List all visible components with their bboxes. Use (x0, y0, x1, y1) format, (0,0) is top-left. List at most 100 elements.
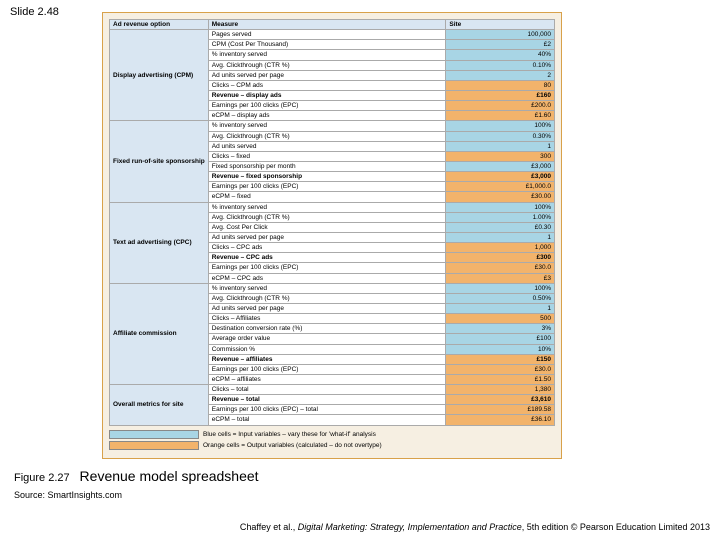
value-cell: £300 (446, 253, 555, 263)
measure-cell: Fixed sponsorship per month (208, 161, 446, 171)
legend-blue-swatch (109, 430, 199, 439)
value-cell: 1,000 (446, 243, 555, 253)
value-cell: £1.60 (446, 111, 555, 121)
value-cell: £3,610 (446, 395, 555, 405)
value-cell: £100 (446, 334, 555, 344)
figure-title: Revenue model spreadsheet (80, 468, 259, 484)
measure-cell: Pages served (208, 30, 446, 40)
measure-cell: Earnings per 100 clicks (EPC) – total (208, 405, 446, 415)
table-row: Affiliate commission% inventory served10… (110, 283, 555, 293)
measure-cell: Revenue – total (208, 395, 446, 405)
measure-cell: Clicks – fixed (208, 151, 446, 161)
measure-cell: % inventory served (208, 283, 446, 293)
measure-cell: Revenue – affiliates (208, 354, 446, 364)
value-cell: 0.50% (446, 293, 555, 303)
section-label: Display advertising (CPM) (110, 30, 209, 121)
measure-cell: Earnings per 100 clicks (EPC) (208, 182, 446, 192)
header-ad-option: Ad revenue option (110, 20, 209, 30)
value-cell: 0.30% (446, 131, 555, 141)
value-cell: £0.30 (446, 222, 555, 232)
value-cell: £30.0 (446, 364, 555, 374)
legend-orange-text: Orange cells = Output variables (calcula… (203, 442, 382, 449)
legend-orange-swatch (109, 441, 199, 450)
measure-cell: Clicks – CPC ads (208, 243, 446, 253)
value-cell: 10% (446, 344, 555, 354)
legend: Blue cells = Input variables – vary thes… (109, 430, 555, 450)
header-site: Site (446, 20, 555, 30)
value-cell: 500 (446, 314, 555, 324)
value-cell: £2 (446, 40, 555, 50)
measure-cell: Ad units served per page (208, 70, 446, 80)
value-cell: 1 (446, 232, 555, 242)
section-label: Text ad advertising (CPC) (110, 202, 209, 283)
value-cell: 1,380 (446, 385, 555, 395)
measure-cell: Destination conversion rate (%) (208, 324, 446, 334)
value-cell: £3,000 (446, 172, 555, 182)
table-row: Display advertising (CPM)Pages served100… (110, 30, 555, 40)
value-cell: 300 (446, 151, 555, 161)
measure-cell: Clicks – Affiliates (208, 314, 446, 324)
measure-cell: eCPM – CPC ads (208, 273, 446, 283)
value-cell: 100% (446, 121, 555, 131)
value-cell: £30.00 (446, 192, 555, 202)
value-cell: 100,000 (446, 30, 555, 40)
section-label: Fixed run-of-site sponsorship (110, 121, 209, 202)
measure-cell: eCPM – total (208, 415, 446, 425)
value-cell: 100% (446, 202, 555, 212)
measure-cell: Commission % (208, 344, 446, 354)
credit-line: Chaffey et al., Digital Marketing: Strat… (240, 522, 710, 532)
measure-cell: Revenue – fixed sponsorship (208, 172, 446, 182)
credit-suffix: , 5th edition © Pearson Education Limite… (522, 522, 710, 532)
table-row: Text ad advertising (CPC)% inventory ser… (110, 202, 555, 212)
measure-cell: Revenue – display ads (208, 90, 446, 100)
spreadsheet-table: Ad revenue option Measure Site Display a… (109, 19, 555, 426)
figure-frame: Ad revenue option Measure Site Display a… (102, 12, 562, 459)
value-cell: 1.00% (446, 212, 555, 222)
value-cell: £30.0 (446, 263, 555, 273)
value-cell: 0.10% (446, 60, 555, 70)
credit-prefix: Chaffey et al., (240, 522, 298, 532)
table-row: Overall metrics for siteClicks – total1,… (110, 385, 555, 395)
measure-cell: Avg. Clickthrough (CTR %) (208, 293, 446, 303)
value-cell: 80 (446, 80, 555, 90)
measure-cell: eCPM – fixed (208, 192, 446, 202)
legend-blue-text: Blue cells = Input variables – vary thes… (203, 431, 376, 438)
measure-cell: Clicks – total (208, 385, 446, 395)
measure-cell: Earnings per 100 clicks (EPC) (208, 101, 446, 111)
section-label: Overall metrics for site (110, 385, 209, 426)
measure-cell: % inventory served (208, 202, 446, 212)
figure-number: Figure 2.27 (14, 472, 70, 484)
measure-cell: Earnings per 100 clicks (EPC) (208, 263, 446, 273)
measure-cell: % inventory served (208, 121, 446, 131)
value-cell: 3% (446, 324, 555, 334)
value-cell: 1 (446, 303, 555, 313)
value-cell: £150 (446, 354, 555, 364)
measure-cell: Avg. Cost Per Click (208, 222, 446, 232)
value-cell: 1 (446, 141, 555, 151)
measure-cell: Earnings per 100 clicks (EPC) (208, 364, 446, 374)
value-cell: £200.0 (446, 101, 555, 111)
figure-source: Source: SmartInsights.com (14, 490, 122, 500)
measure-cell: Avg. Clickthrough (CTR %) (208, 60, 446, 70)
measure-cell: Avg. Clickthrough (CTR %) (208, 131, 446, 141)
credit-title: Digital Marketing: Strategy, Implementat… (298, 522, 522, 532)
value-cell: £1.50 (446, 374, 555, 384)
value-cell: 100% (446, 283, 555, 293)
section-label: Affiliate commission (110, 283, 209, 384)
table-row: Fixed run-of-site sponsorship% inventory… (110, 121, 555, 131)
measure-cell: % inventory served (208, 50, 446, 60)
value-cell: £3,000 (446, 161, 555, 171)
measure-cell: Revenue – CPC ads (208, 253, 446, 263)
value-cell: £160 (446, 90, 555, 100)
value-cell: £1,000.0 (446, 182, 555, 192)
value-cell: £189.58 (446, 405, 555, 415)
measure-cell: Ad units served per page (208, 303, 446, 313)
value-cell: £3 (446, 273, 555, 283)
measure-cell: eCPM – display ads (208, 111, 446, 121)
measure-cell: eCPM – affiliates (208, 374, 446, 384)
slide: Slide 2.48 Ad revenue option Measure Sit… (0, 0, 720, 540)
measure-cell: Avg. Clickthrough (CTR %) (208, 212, 446, 222)
measure-cell: Average order value (208, 334, 446, 344)
measure-cell: Ad units served (208, 141, 446, 151)
measure-cell: Ad units served per page (208, 232, 446, 242)
